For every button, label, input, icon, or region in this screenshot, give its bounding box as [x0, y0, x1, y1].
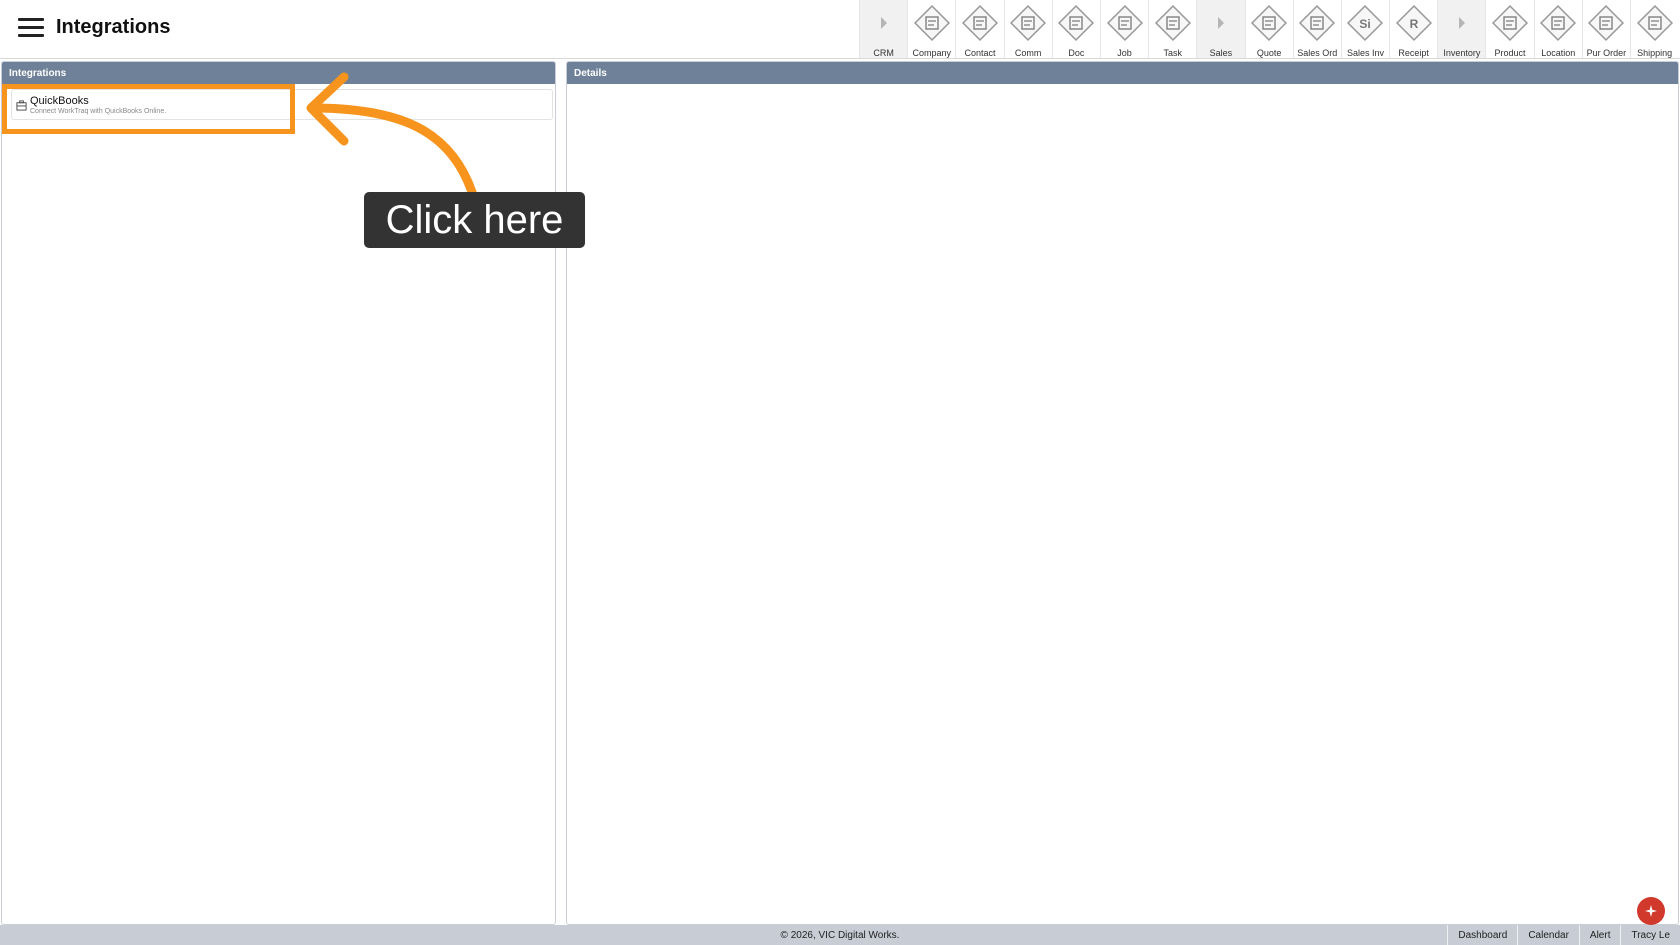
footer-links: Dashboard Calendar Alert Tracy Le	[1447, 925, 1680, 945]
footer-link-user[interactable]: Tracy Le	[1620, 925, 1680, 945]
module-label: Contact	[964, 48, 996, 58]
details-panel: Details	[566, 61, 1679, 925]
comm-icon	[1010, 5, 1047, 42]
module-job[interactable]: Job	[1099, 0, 1149, 58]
details-panel-header: Details	[567, 62, 1678, 84]
module-label: Sales Inv	[1346, 48, 1384, 58]
product-icon	[1492, 5, 1529, 42]
purchase-order-icon	[1588, 5, 1625, 42]
integration-name: QuickBooks	[30, 95, 89, 107]
module-contact[interactable]: Contact	[955, 0, 1004, 58]
chevron-right-icon	[1458, 17, 1465, 29]
module-label: Location	[1541, 48, 1576, 58]
integration-item-quickbooks[interactable]: QuickBooks Connect WorkTraq with QuickBo…	[11, 89, 553, 120]
module-pur-order[interactable]: Pur Order	[1581, 0, 1630, 58]
module-receipt[interactable]: R Receipt	[1389, 0, 1438, 58]
footer-link-alert[interactable]: Alert	[1578, 925, 1621, 945]
receipt-icon: R	[1395, 5, 1432, 42]
chevron-right-icon	[880, 17, 887, 29]
module-doc[interactable]: Doc	[1051, 0, 1100, 58]
contact-icon	[961, 5, 998, 42]
integrations-panel: Integrations QuickBooks Connect WorkTraq…	[1, 61, 556, 925]
briefcase-icon	[16, 100, 27, 111]
shipping-icon	[1636, 5, 1673, 42]
module-sales-ord[interactable]: Sales Ord	[1292, 0, 1341, 58]
module-label: CRM	[873, 48, 894, 58]
top-bar: Integrations CRM Company Contact Comm Doc Job…	[0, 0, 1680, 59]
doc-icon	[1058, 5, 1095, 42]
module-label: Quote	[1256, 48, 1282, 58]
module-label: Doc	[1068, 48, 1085, 58]
module-shipping[interactable]: Shipping	[1630, 0, 1679, 58]
quote-icon	[1251, 5, 1288, 42]
callout-tooltip: Click here	[364, 192, 585, 248]
module-label: Pur Order	[1586, 48, 1627, 58]
module-inventory[interactable]: Inventory	[1437, 0, 1486, 58]
module-label: Sales	[1209, 48, 1233, 58]
company-icon	[913, 5, 950, 42]
module-task[interactable]: Task	[1148, 0, 1197, 58]
module-sales-inv[interactable]: Si Sales Inv	[1340, 0, 1390, 58]
menu-icon[interactable]	[18, 18, 44, 38]
module-label: Job	[1117, 48, 1132, 58]
location-icon	[1540, 5, 1577, 42]
module-label: Comm	[1014, 48, 1042, 58]
footer-link-calendar[interactable]: Calendar	[1517, 925, 1579, 945]
chevron-right-icon	[1217, 17, 1224, 29]
module-location[interactable]: Location	[1533, 0, 1582, 58]
footer: © 2026, VIC Digital Works. Dashboard Cal…	[0, 925, 1680, 945]
footer-link-dashboard[interactable]: Dashboard	[1447, 925, 1517, 945]
sales-order-icon	[1299, 5, 1336, 42]
integration-description: Connect WorkTraq with QuickBooks Online.	[30, 108, 167, 115]
sales-invoice-icon: Si	[1347, 5, 1384, 42]
module-label: Task	[1163, 48, 1182, 58]
integrations-panel-header: Integrations	[2, 62, 555, 84]
module-label: Receipt	[1398, 48, 1429, 58]
module-company[interactable]: Company	[907, 0, 956, 58]
module-label: Product	[1494, 48, 1526, 58]
svg-text:R: R	[1409, 17, 1418, 31]
sparkle-icon	[1645, 905, 1657, 917]
module-quote[interactable]: Quote	[1244, 0, 1293, 58]
ai-assistant-button[interactable]	[1637, 897, 1665, 925]
module-label: Company	[912, 48, 952, 58]
task-icon	[1154, 5, 1191, 42]
module-label: Sales Ord	[1297, 48, 1338, 58]
module-sales[interactable]: Sales	[1196, 0, 1245, 58]
module-toolbar: CRM Company Contact Comm Doc Job Task Sales Quot…	[859, 0, 1679, 58]
job-icon	[1106, 5, 1143, 42]
module-label: Inventory	[1443, 48, 1481, 58]
page-title: Integrations	[56, 16, 171, 38]
copyright: © 2026, VIC Digital Works.	[780, 930, 900, 941]
module-product[interactable]: Product	[1485, 0, 1534, 58]
module-crm[interactable]: CRM	[859, 0, 908, 58]
module-comm[interactable]: Comm	[1003, 0, 1052, 58]
svg-text:Si: Si	[1360, 17, 1371, 31]
module-label: Shipping	[1637, 48, 1673, 58]
